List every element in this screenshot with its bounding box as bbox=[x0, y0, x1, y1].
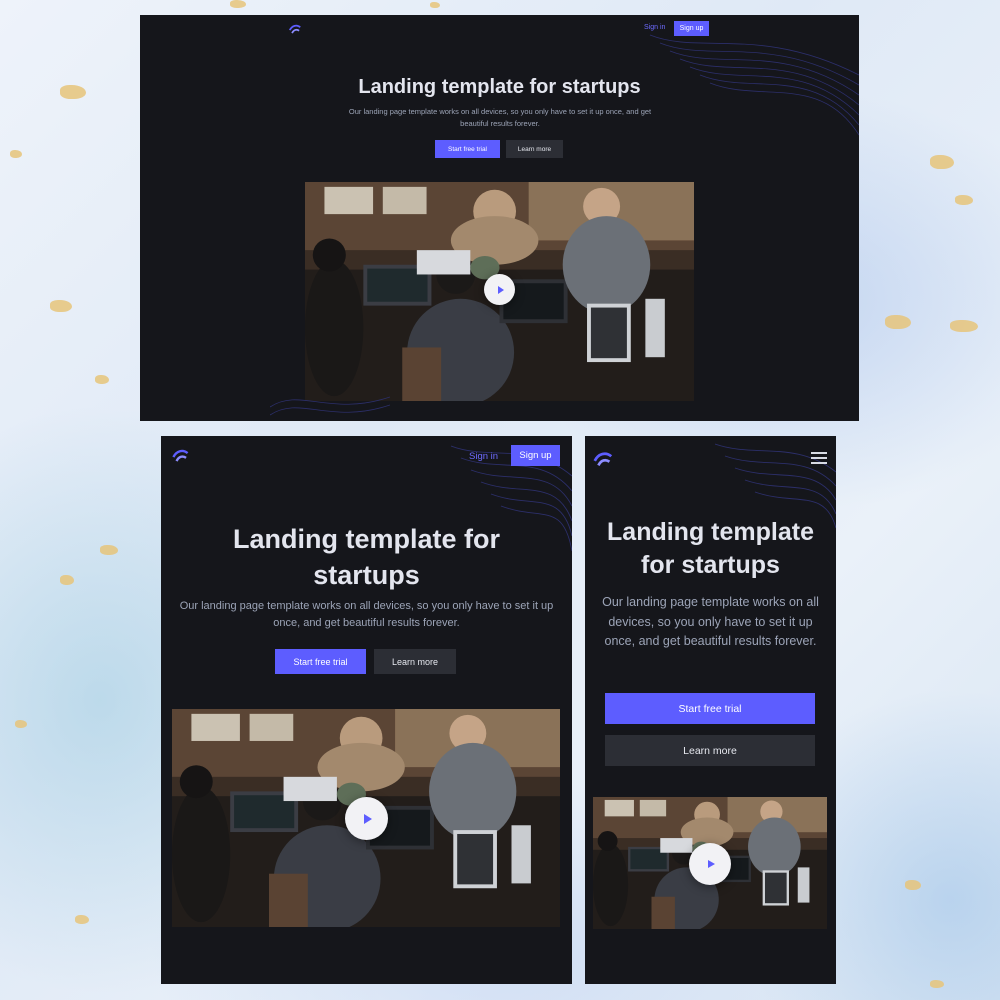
play-icon bbox=[364, 813, 372, 824]
hero-subtitle: Our landing page template works on all d… bbox=[179, 600, 554, 629]
hero-subtitle: Our landing page template works on all d… bbox=[348, 107, 652, 128]
team-photo bbox=[305, 182, 694, 401]
start-free-trial-button[interactable]: Start free trial bbox=[275, 649, 366, 674]
play-icon bbox=[707, 860, 715, 868]
gold-fleck bbox=[955, 195, 973, 205]
gold-fleck bbox=[50, 300, 72, 312]
gold-fleck bbox=[905, 880, 921, 890]
play-button[interactable] bbox=[689, 843, 731, 885]
start-free-trial-button[interactable]: Start free trial bbox=[435, 140, 500, 158]
start-free-trial-button[interactable]: Start free trial bbox=[605, 693, 815, 724]
sign-in-link[interactable]: Sign in bbox=[644, 24, 665, 31]
gold-fleck bbox=[885, 315, 911, 329]
gold-fleck bbox=[15, 720, 27, 728]
sign-in-link[interactable]: Sign in bbox=[469, 451, 498, 462]
gold-fleck bbox=[930, 155, 954, 169]
play-icon bbox=[497, 285, 504, 294]
hamburger-icon[interactable] bbox=[811, 452, 827, 464]
brand-logo-icon[interactable] bbox=[592, 448, 614, 470]
desktop-preview: Sign in Sign up Landing template for sta… bbox=[140, 15, 859, 421]
team-photo bbox=[593, 797, 827, 929]
brand-logo-icon[interactable] bbox=[171, 446, 190, 465]
gold-fleck bbox=[95, 375, 109, 384]
gold-fleck bbox=[10, 150, 22, 158]
play-button[interactable] bbox=[484, 274, 515, 305]
gold-fleck bbox=[75, 915, 89, 924]
hamburger-line bbox=[811, 452, 827, 454]
hero-title: Landing template for startups bbox=[232, 524, 500, 590]
learn-more-button[interactable]: Learn more bbox=[374, 649, 456, 674]
learn-more-button[interactable]: Learn more bbox=[605, 735, 815, 766]
mobile-preview: Landing template for startups Our landin… bbox=[585, 436, 836, 984]
sign-up-button[interactable]: Sign up bbox=[511, 445, 560, 466]
play-button[interactable] bbox=[345, 797, 388, 840]
brand-logo-icon[interactable] bbox=[288, 22, 302, 36]
gold-fleck bbox=[230, 0, 246, 8]
gold-fleck bbox=[950, 320, 978, 332]
hamburger-line bbox=[811, 462, 827, 464]
hamburger-line bbox=[811, 457, 827, 459]
hero-title: Landing template for startups bbox=[358, 76, 641, 98]
gold-fleck bbox=[60, 575, 74, 585]
team-photo bbox=[172, 709, 560, 927]
hero-title: Landing template for startups bbox=[607, 518, 814, 579]
hero-subtitle: Our landing page template works on all d… bbox=[602, 595, 819, 648]
tablet-preview: Sign in Sign up Landing template for sta… bbox=[161, 436, 572, 984]
gold-fleck bbox=[930, 980, 944, 988]
gold-fleck bbox=[100, 545, 118, 555]
gold-fleck bbox=[430, 2, 440, 8]
gold-fleck bbox=[60, 85, 86, 99]
learn-more-button[interactable]: Learn more bbox=[506, 140, 563, 158]
sign-up-button[interactable]: Sign up bbox=[674, 21, 709, 36]
